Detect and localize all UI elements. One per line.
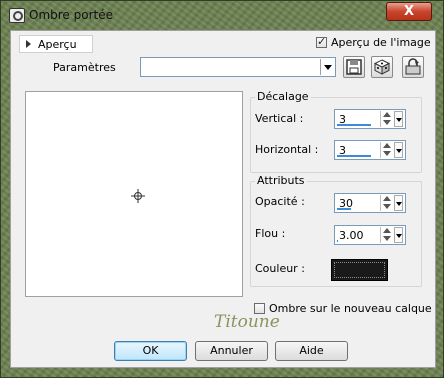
randomize-icon bbox=[373, 59, 391, 75]
reset-button[interactable] bbox=[402, 56, 424, 78]
presets-label: Paramètres bbox=[53, 61, 116, 74]
attributes-group-title: Attributs bbox=[255, 174, 307, 187]
camera-icon bbox=[9, 8, 25, 23]
preview-on-image-checkbox[interactable] bbox=[316, 35, 327, 48]
preview-area[interactable] bbox=[25, 91, 243, 297]
vertical-label: Vertical : bbox=[255, 112, 304, 125]
dialog-window: Ombre portée X Aperçu Aperçu de l'image … bbox=[0, 0, 444, 378]
horizontal-stepper-arrows-icon[interactable] bbox=[380, 142, 393, 158]
help-button[interactable]: Aide bbox=[275, 341, 348, 361]
ok-button[interactable]: OK bbox=[114, 341, 187, 361]
shadow-color-swatch[interactable] bbox=[331, 259, 388, 281]
randomize-button[interactable] bbox=[371, 56, 393, 78]
save-preset-icon bbox=[346, 59, 362, 75]
color-label: Couleur : bbox=[255, 262, 305, 275]
vertical-slider-bar[interactable] bbox=[337, 124, 371, 126]
preview-toggle[interactable]: Aperçu bbox=[19, 35, 93, 53]
presets-combo[interactable] bbox=[140, 57, 336, 77]
cancel-button[interactable]: Annuler bbox=[195, 341, 268, 361]
blur-label: Flou : bbox=[255, 227, 286, 240]
expand-triangle-icon bbox=[26, 40, 31, 48]
reset-icon bbox=[405, 58, 421, 75]
move-cursor-icon bbox=[131, 189, 145, 203]
horizontal-dropdown-button[interactable] bbox=[394, 142, 403, 158]
opacity-spinbox[interactable]: 30 bbox=[334, 193, 406, 213]
horizontal-label: Horizontal : bbox=[255, 143, 319, 156]
preview-on-image-label: Aperçu de l'image bbox=[331, 36, 431, 49]
opacity-stepper-arrows-icon[interactable] bbox=[380, 195, 393, 211]
blur-value: 3.00 bbox=[339, 229, 364, 242]
opacity-label: Opacité : bbox=[255, 195, 305, 208]
dialog-body: Aperçu Aperçu de l'image Paramètres bbox=[10, 30, 436, 368]
vertical-dropdown-button[interactable] bbox=[394, 111, 403, 127]
blur-stepper-arrows-icon[interactable] bbox=[380, 227, 393, 243]
blur-spinbox[interactable]: 3.00 bbox=[334, 225, 406, 245]
opacity-dropdown-button[interactable] bbox=[394, 195, 403, 211]
blur-slider-bar[interactable] bbox=[337, 240, 338, 242]
title-bar[interactable]: Ombre portée X bbox=[1, 1, 443, 29]
opacity-slider-bar[interactable] bbox=[337, 208, 351, 210]
blur-dropdown-button[interactable] bbox=[394, 227, 403, 243]
chevron-down-icon[interactable] bbox=[320, 59, 334, 75]
watermark-signature: Titoune bbox=[214, 312, 280, 332]
horizontal-spinbox[interactable]: 3 bbox=[334, 140, 406, 160]
close-button[interactable]: X bbox=[386, 2, 432, 21]
preview-toggle-label: Aperçu bbox=[38, 38, 77, 51]
vertical-spinbox[interactable]: 3 bbox=[334, 109, 406, 129]
horizontal-slider-bar[interactable] bbox=[337, 155, 371, 157]
vertical-stepper-arrows-icon[interactable] bbox=[380, 111, 393, 127]
new-layer-label: Ombre sur le nouveau calque bbox=[269, 302, 432, 315]
offset-group-title: Décalage bbox=[255, 90, 311, 103]
save-preset-button[interactable] bbox=[343, 56, 365, 78]
window-title: Ombre portée bbox=[29, 8, 113, 22]
